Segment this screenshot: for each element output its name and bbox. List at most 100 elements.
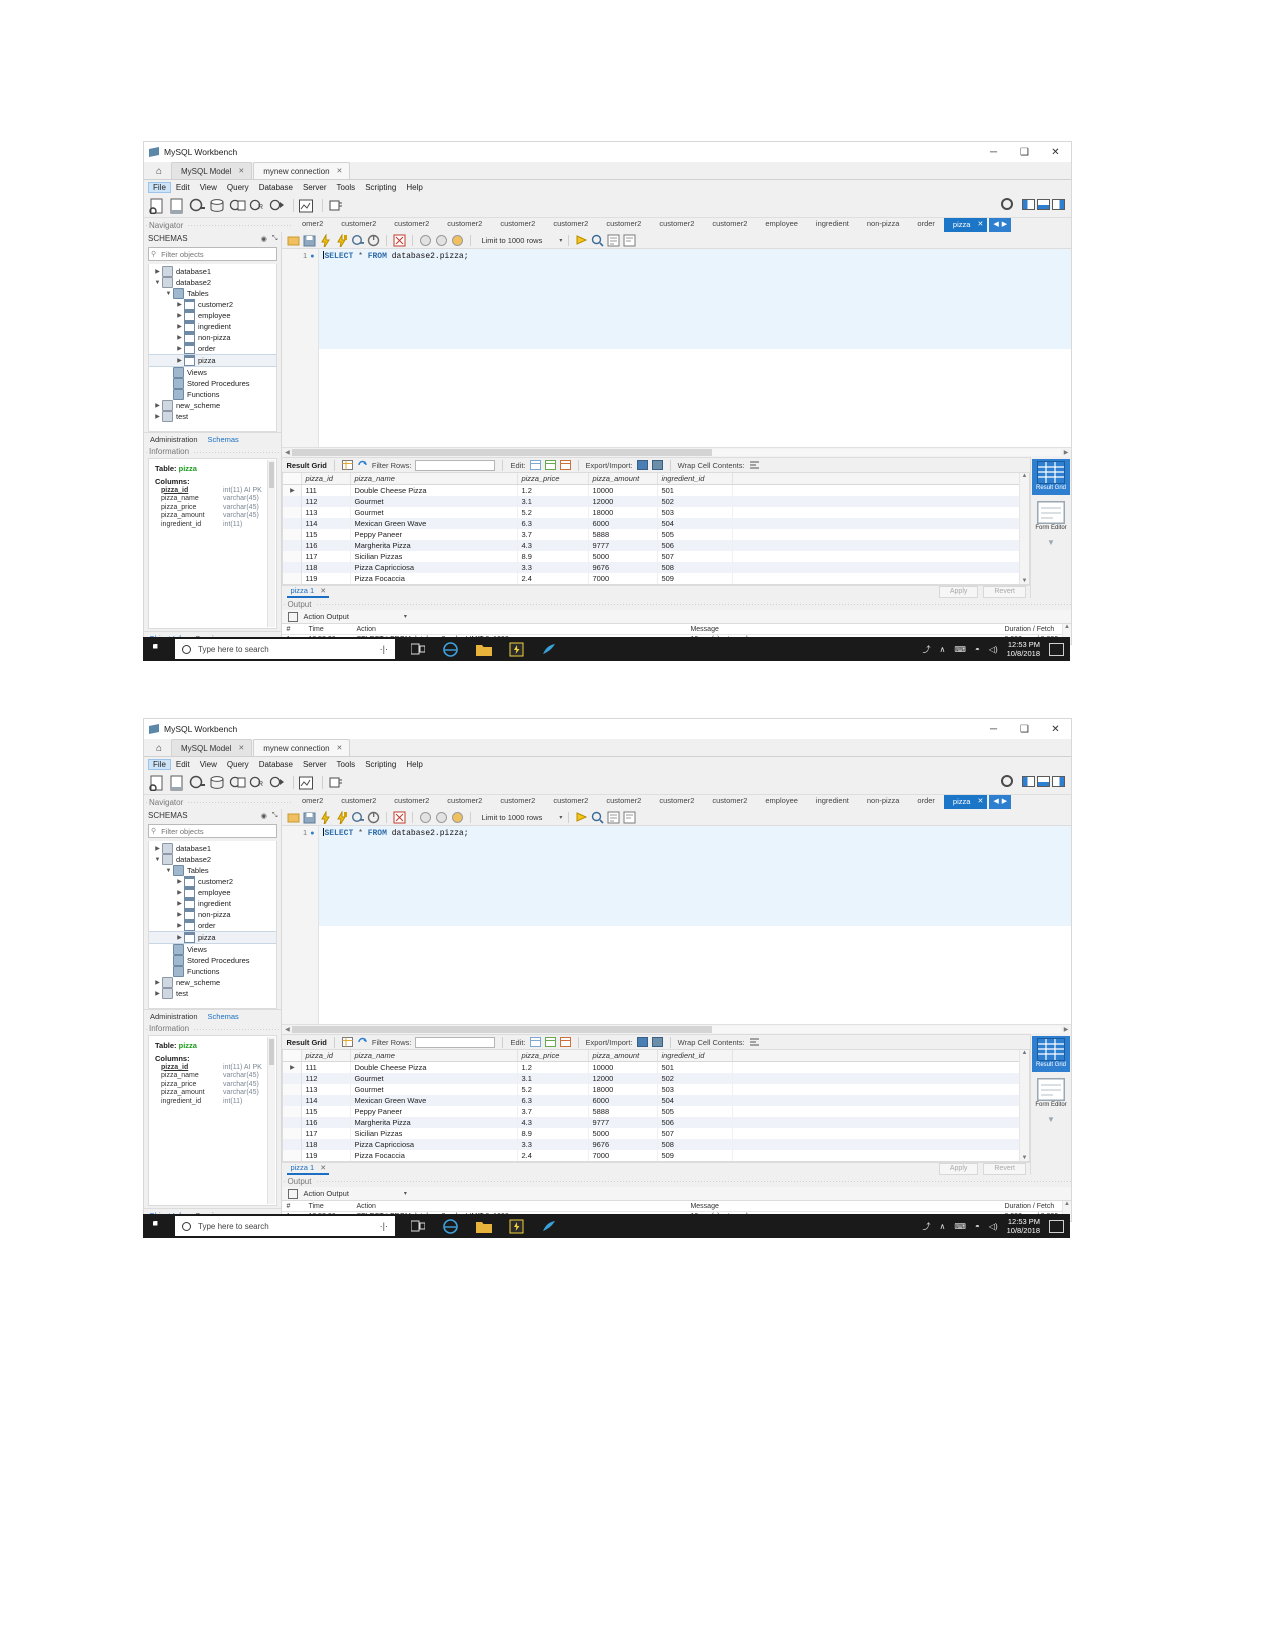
- tree-node-tables[interactable]: ▼ Tables: [149, 288, 276, 299]
- mysql-workbench-taskbar-icon[interactable]: [533, 1214, 566, 1238]
- open-sql-script-icon[interactable]: [169, 775, 186, 791]
- tree-node-views[interactable]: Views: [149, 944, 276, 955]
- result-set-tab-close-icon[interactable]: ✕: [320, 587, 326, 595]
- scroll-up-icon[interactable]: ▲: [1020, 1050, 1029, 1056]
- toggle-panel-2-button[interactable]: [1037, 198, 1050, 210]
- cell-ingredient_id[interactable]: 508: [657, 1139, 734, 1150]
- refresh-icon[interactable]: [357, 1037, 368, 1047]
- sql-editor-blank-area[interactable]: [319, 926, 1071, 1024]
- filter-rows-input[interactable]: [415, 459, 496, 471]
- result-grid-table-container[interactable]: pizza_id pizza_name pizza_price pizza_amoun…: [282, 473, 1030, 585]
- main-tab-mysql-model[interactable]: MySQL Model ✕: [171, 739, 253, 756]
- tree-node-database2[interactable]: ▼ database2: [149, 854, 276, 865]
- flash-app-icon[interactable]: [500, 637, 533, 661]
- tree-node-views[interactable]: Views: [149, 367, 276, 378]
- tree-expand-arrow[interactable]: ▼: [153, 280, 162, 286]
- object-tab-4[interactable]: customer2: [491, 218, 544, 232]
- result-grid-view-button[interactable]: Result Grid: [1032, 1036, 1070, 1072]
- scroll-left-icon[interactable]: ◀: [282, 1026, 292, 1033]
- new-sql-tab-icon[interactable]: [149, 198, 166, 214]
- tree-expand-arrow[interactable]: ▶: [175, 334, 184, 341]
- object-editor-tab-bar[interactable]: omer2 customer2 customer2 customer2 customer…: [293, 795, 1071, 809]
- menu-item-query[interactable]: Query: [222, 759, 254, 770]
- menu-item-file[interactable]: File: [148, 758, 171, 770]
- filter-objects-input[interactable]: [159, 248, 277, 260]
- sql-editor-horizontal-scrollbar[interactable]: ◀ ▶: [282, 447, 1071, 457]
- column-header-ingredient_id[interactable]: ingredient_id: [657, 1050, 734, 1062]
- scroll-up-icon[interactable]: ▲: [1063, 624, 1071, 630]
- apply-button[interactable]: Apply: [938, 586, 979, 598]
- import-recordset-icon[interactable]: [651, 1037, 663, 1047]
- object-tab-8[interactable]: customer2: [703, 218, 756, 232]
- row-limit-selector[interactable]: Limit to 1000 rows ▾: [481, 813, 562, 822]
- tab-close-icon[interactable]: ✕: [337, 744, 343, 752]
- tree-node-customer2[interactable]: ▶ customer2: [149, 876, 276, 887]
- connect-to-database-icon[interactable]: [189, 198, 206, 214]
- menu-item-help[interactable]: Help: [401, 182, 427, 193]
- stop-query-icon[interactable]: [367, 234, 380, 246]
- cell-pizza_id[interactable]: 111: [301, 484, 352, 496]
- cell-pizza_amount[interactable]: 7000: [588, 573, 659, 584]
- home-tab[interactable]: ⌂: [147, 740, 171, 756]
- menu-item-file[interactable]: File: [148, 181, 171, 193]
- cell-pizza_id[interactable]: 115: [301, 1106, 352, 1117]
- filter-objects-box[interactable]: ⚲: [148, 824, 278, 838]
- action-center-icon[interactable]: [1049, 1219, 1064, 1233]
- tree-node-stored-procedures[interactable]: Stored Procedures: [149, 378, 276, 389]
- object-tab-10[interactable]: ingredient: [807, 795, 858, 809]
- menu-item-scripting[interactable]: Scripting: [360, 182, 401, 193]
- column-header-pizza_id[interactable]: pizza_id: [301, 473, 352, 485]
- tree-node-non-pizza[interactable]: ▶ non-pizza: [149, 332, 276, 343]
- main-tab-mysql-model[interactable]: MySQL Model ✕: [171, 162, 253, 179]
- cell-pizza_price[interactable]: 5.2: [517, 507, 590, 518]
- toggle-invisible-chars-icon[interactable]: [607, 811, 620, 823]
- volume-icon[interactable]: ◁): [989, 645, 998, 654]
- commit-transaction-icon[interactable]: [419, 234, 432, 246]
- cell-pizza_id[interactable]: 114: [301, 518, 352, 529]
- microphone-icon[interactable]: ·|·: [380, 644, 388, 654]
- tree-expand-arrow[interactable]: ▶: [175, 357, 184, 364]
- chevron-down-icon[interactable]: ▼: [1047, 1115, 1055, 1124]
- tree-expand-arrow[interactable]: ▶: [175, 922, 184, 929]
- flash-app-icon[interactable]: [500, 1214, 533, 1238]
- tab-scroll-right-icon[interactable]: ▶: [1002, 797, 1007, 805]
- cell-pizza_name[interactable]: Peppy Paneer: [350, 1106, 519, 1117]
- menu-item-edit[interactable]: Edit: [171, 759, 195, 770]
- result-grid-table[interactable]: pizza_id pizza_name pizza_price pizza_amoun…: [283, 1050, 1029, 1161]
- cell-pizza_amount[interactable]: 9777: [588, 540, 659, 551]
- tree-expand-arrow[interactable]: ▶: [175, 301, 184, 308]
- toggle-panel-2-button[interactable]: [1037, 775, 1050, 787]
- edit-cell-icon[interactable]: [529, 460, 541, 470]
- column-header-pizza_amount[interactable]: pizza_amount: [588, 473, 659, 485]
- scrollbar-thumb[interactable]: [269, 461, 275, 488]
- tab-scroll-right-icon[interactable]: ▶: [1002, 220, 1007, 228]
- cell-pizza_name[interactable]: Sicilian Pizzas: [350, 551, 519, 562]
- cell-ingredient_id[interactable]: 502: [657, 1073, 734, 1084]
- insert-row-icon[interactable]: [544, 460, 556, 470]
- tree-node-ingredient[interactable]: ▶ ingredient: [149, 898, 276, 909]
- menu-item-edit[interactable]: Edit: [171, 182, 195, 193]
- result-set-tab[interactable]: pizza 1 ✕: [287, 1163, 330, 1175]
- new-sql-tab-icon[interactable]: [149, 775, 166, 791]
- table-row[interactable]: 113 Gourmet 5.2 18000 503: [283, 1084, 1029, 1095]
- column-header-ingredient_id[interactable]: ingredient_id: [657, 473, 734, 485]
- cell-ingredient_id[interactable]: 506: [657, 1117, 734, 1128]
- menu-item-server[interactable]: Server: [298, 759, 332, 770]
- cell-pizza_id[interactable]: 119: [301, 573, 352, 584]
- grid-view-icon[interactable]: [341, 1037, 353, 1047]
- result-set-tab[interactable]: pizza 1 ✕: [287, 586, 330, 598]
- performance-dashboard-icon[interactable]: [298, 198, 315, 214]
- result-set-tab-close-icon[interactable]: ✕: [320, 1164, 326, 1172]
- main-tab-mynew-connection[interactable]: mynew connection ✕: [253, 162, 351, 179]
- main-tab-mynew-connection[interactable]: mynew connection ✕: [253, 739, 351, 756]
- cell-pizza_amount[interactable]: 12000: [588, 1073, 659, 1084]
- execute-current-statement-icon[interactable]: [335, 810, 348, 824]
- table-row[interactable]: 115 Peppy Paneer 3.7 5888 505: [283, 1106, 1029, 1117]
- menu-item-tools[interactable]: Tools: [332, 182, 361, 193]
- scrollbar-track[interactable]: [292, 449, 1061, 456]
- windows-taskbar-top[interactable]: Type here to search ·|· ⤴ ∧ ⌨ ◓ ◁) 12:53 PM 10/8…: [143, 637, 1070, 661]
- table-row[interactable]: 115 Peppy Paneer 3.7 5888 505: [283, 529, 1029, 540]
- result-grid-view-button[interactable]: Result Grid: [1032, 459, 1070, 495]
- schema-tree[interactable]: ▶ database1 ▼ database2 ▼ Tables ▶ customer2 ▶ em…: [148, 841, 278, 1009]
- taskbar-search-box[interactable]: Type here to search ·|·: [175, 639, 395, 659]
